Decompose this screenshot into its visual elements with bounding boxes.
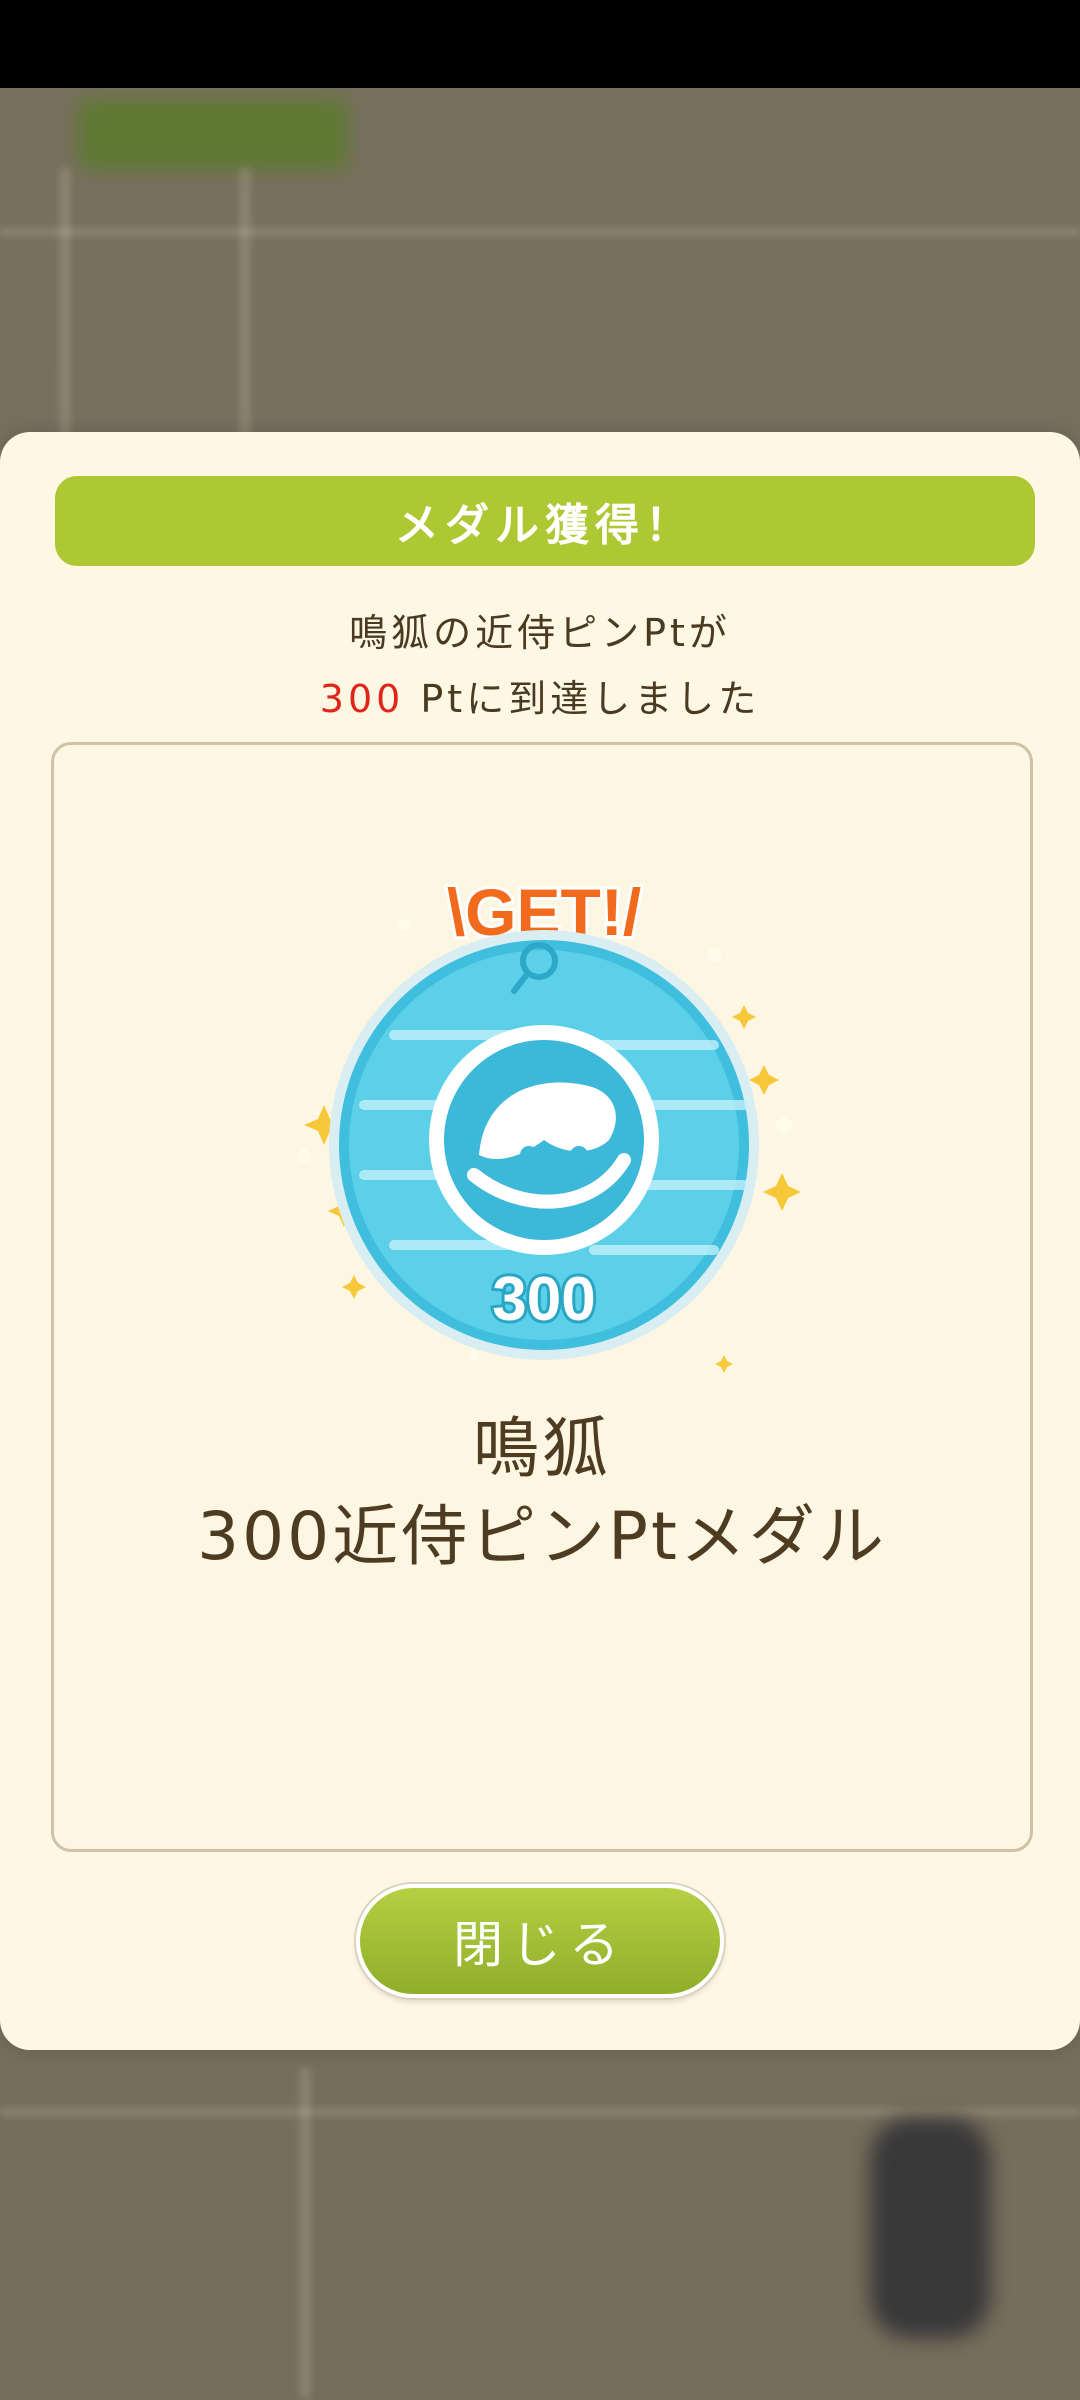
element-4 [570, 1146, 588, 1164]
element-2 [520, 1146, 538, 1164]
modal-title: メダル獲得！ [55, 476, 1035, 566]
message-line-2: 300 Ptに到達しました [0, 668, 1080, 723]
close-button[interactable]: 閉じる [356, 1884, 724, 1998]
medal-name-line-2: 300近侍ピンPtメダル [197, 1498, 887, 1575]
background-line [0, 2108, 1080, 2116]
points-value: 300 [319, 677, 405, 721]
message-line-1: 鳴狐の近侍ピンPtが [349, 611, 731, 655]
background-line [300, 2068, 310, 2398]
medal-value-text: 300 [492, 1265, 595, 1334]
status-bar [0, 0, 1080, 88]
background-line [0, 228, 1080, 236]
background-green-element [78, 98, 348, 170]
medal-name-line-1: 鳴狐 [473, 1410, 611, 1487]
medal-graphic: \GET!/ 300 [297, 872, 801, 1373]
medal-illustration: \GET!/ 300 [244, 855, 844, 1415]
message-line-2-text: Ptに到達しました [404, 677, 761, 721]
element-3 [545, 1151, 563, 1169]
background-character [870, 2118, 990, 2338]
medal-panel: \GET!/ 300 鳴狐 300近侍ピンPtメダル [51, 742, 1033, 1852]
medal-modal: メダル獲得！ 鳴狐の近侍ピンPtが 300 Ptに到達しました \GET!/ 3… [0, 432, 1080, 2050]
